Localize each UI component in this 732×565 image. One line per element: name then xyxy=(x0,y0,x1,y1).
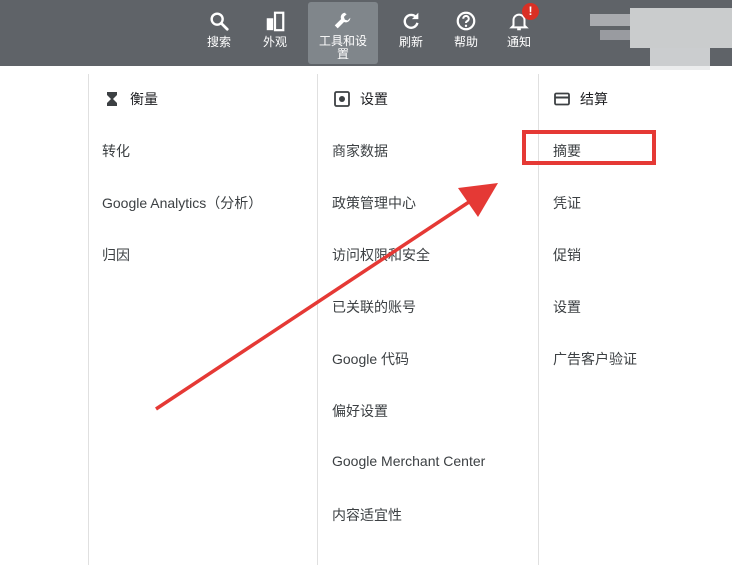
measurement-heading-label: 衡量 xyxy=(130,91,158,107)
appearance-button[interactable]: 外观 xyxy=(256,0,294,66)
menu-item-business-data[interactable]: 商家数据 xyxy=(332,141,388,161)
menu-item-advertiser-verification[interactable]: 广告客户验证 xyxy=(553,349,637,369)
top-toolbar: 搜索 外观 工具和设 置 刷新 帮助 通知 ! xyxy=(0,0,732,70)
wrench-icon xyxy=(334,12,351,29)
help-button[interactable]: 帮助 xyxy=(447,0,485,66)
appearance-icon xyxy=(266,11,285,32)
search-label: 搜索 xyxy=(206,35,231,49)
menu-item-policy-manager[interactable]: 政策管理中心 xyxy=(332,193,416,213)
help-icon xyxy=(456,11,476,31)
search-icon xyxy=(210,12,229,31)
menu-item-documents[interactable]: 凭证 xyxy=(553,193,581,213)
hourglass-icon xyxy=(107,92,117,106)
help-label: 帮助 xyxy=(453,35,478,49)
menu-item-access-security[interactable]: 访问权限和安全 xyxy=(332,245,430,265)
blurred-account-info xyxy=(590,14,630,26)
measurement-heading: 衡量 xyxy=(104,88,158,110)
credit-card-icon xyxy=(554,92,570,106)
menu-item-google-analytics[interactable]: Google Analytics（分析） xyxy=(102,193,262,213)
annotation-highlight-box xyxy=(522,130,656,165)
setup-heading-label: 设置 xyxy=(360,91,388,107)
notification-badge: ! xyxy=(522,3,539,20)
menu-item-conversions[interactable]: 转化 xyxy=(102,141,130,161)
menu-item-merchant-center[interactable]: Google Merchant Center xyxy=(332,453,485,469)
setup-heading: 设置 xyxy=(334,88,388,110)
menu-item-content-suitability[interactable]: 内容适宜性 xyxy=(332,505,402,525)
menu-item-billing-settings[interactable]: 设置 xyxy=(553,297,581,317)
blurred-account-info xyxy=(600,30,630,40)
blurred-account-avatar[interactable] xyxy=(630,8,732,48)
menu-item-linked-accounts[interactable]: 已关联的账号 xyxy=(332,297,416,317)
refresh-label: 刷新 xyxy=(398,35,423,49)
menu-item-promotions[interactable]: 促销 xyxy=(553,245,581,265)
annotation-arrow xyxy=(155,183,498,411)
menu-item-google-tag[interactable]: Google 代码 xyxy=(332,349,409,369)
blurred-account-info xyxy=(650,48,710,70)
column-divider xyxy=(88,74,89,565)
appearance-label: 外观 xyxy=(262,35,287,49)
billing-heading: 结算 xyxy=(554,88,608,110)
settings-icon xyxy=(334,91,350,107)
refresh-icon xyxy=(403,12,419,29)
menu-item-attribution[interactable]: 归因 xyxy=(102,245,130,265)
tools-settings-label: 工具和设 置 xyxy=(318,34,367,61)
refresh-button[interactable]: 刷新 xyxy=(392,0,430,66)
search-button[interactable]: 搜索 xyxy=(200,0,238,66)
notifications-label: 通知 xyxy=(506,35,531,49)
tools-settings-button[interactable]: 工具和设 置 xyxy=(308,2,378,64)
menu-item-preferences[interactable]: 偏好设置 xyxy=(332,401,388,421)
billing-heading-label: 结算 xyxy=(580,91,608,107)
column-divider xyxy=(317,74,318,565)
